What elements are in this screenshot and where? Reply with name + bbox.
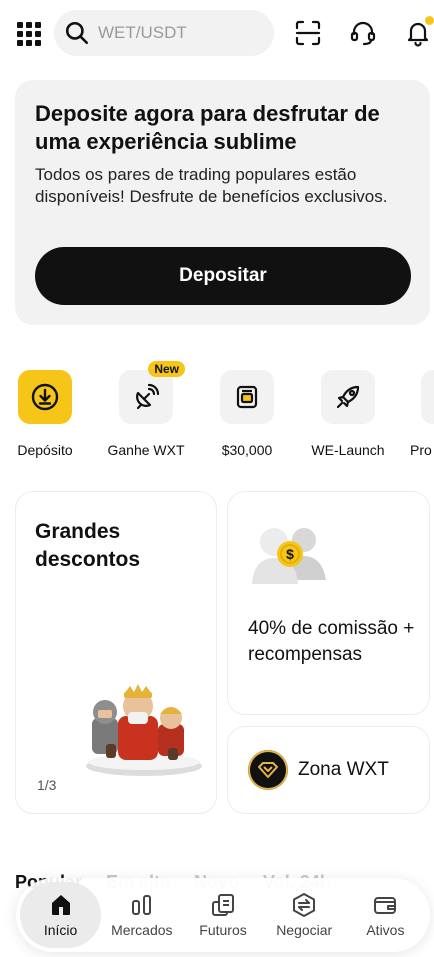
notifications-button[interactable] bbox=[404, 16, 434, 47]
nav-label: Mercados bbox=[111, 922, 173, 938]
promo-card-zona-wxt[interactable]: Zona WXT bbox=[227, 726, 430, 814]
nav-trade[interactable]: Negociar bbox=[264, 882, 345, 948]
quick-actions: Depósito New Ganhe WXT $30,000 WE-Launch… bbox=[0, 361, 434, 465]
promo-card-commission[interactable]: $ 40% de comissão + recompensas bbox=[227, 491, 430, 715]
trade-icon bbox=[293, 893, 316, 917]
deposit-icon bbox=[31, 383, 59, 411]
top-bar: WET/USDT bbox=[0, 10, 434, 56]
apps-menu-icon[interactable] bbox=[17, 22, 41, 46]
nav-futures[interactable]: Futuros bbox=[182, 882, 263, 948]
support-icon[interactable] bbox=[349, 19, 377, 47]
referral-users-icon: $ bbox=[252, 528, 326, 584]
voucher-icon bbox=[236, 385, 258, 409]
wxt-logo-icon bbox=[248, 750, 288, 790]
banner-description: Todos os pares de trading populares estã… bbox=[35, 165, 388, 206]
search-input[interactable]: WET/USDT bbox=[54, 10, 274, 56]
carousel-pager: 1/3 bbox=[37, 777, 57, 793]
satellite-icon bbox=[136, 383, 160, 410]
home-icon bbox=[51, 895, 70, 915]
deposit-button[interactable]: Depositar bbox=[35, 247, 411, 305]
deposit-banner: Deposite agora para desfrutar de uma exp… bbox=[15, 80, 430, 325]
search-placeholder: WET/USDT bbox=[98, 23, 187, 42]
promo-card-discounts[interactable]: Grandes descontos 1/3 bbox=[15, 491, 217, 814]
promo-card-title: Grandes descontos bbox=[35, 520, 141, 571]
bottom-nav: Início Mercados Futuros Negociar Ativos bbox=[16, 878, 430, 952]
wallet-icon bbox=[374, 897, 397, 914]
scan-icon[interactable] bbox=[294, 19, 322, 47]
quick-action-pro[interactable]: Pro bbox=[399, 370, 434, 458]
nav-label: Futuros bbox=[199, 922, 247, 938]
nav-home[interactable]: Início bbox=[20, 882, 102, 948]
characters-illustration bbox=[86, 684, 202, 776]
zona-label: Zona WXT bbox=[298, 759, 389, 780]
nav-label: Ativos bbox=[366, 922, 405, 938]
quick-action-deposit[interactable]: Depósito bbox=[0, 370, 95, 458]
quick-action-label: $30,000 bbox=[221, 442, 273, 458]
nav-assets[interactable]: Ativos bbox=[345, 882, 426, 948]
banner-title: Deposite agora para desfrutar de uma exp… bbox=[35, 101, 380, 154]
new-badge: New bbox=[148, 361, 185, 377]
quick-action-earn-wxt[interactable]: New Ganhe WXT bbox=[96, 361, 196, 458]
rocket-icon bbox=[336, 385, 360, 409]
nav-markets[interactable]: Mercados bbox=[101, 882, 182, 948]
commission-text: 40% de comissão + recompensas bbox=[248, 618, 415, 665]
quick-action-label: Depósito bbox=[17, 442, 73, 458]
nav-label: Negociar bbox=[276, 922, 333, 938]
nav-label: Início bbox=[43, 922, 78, 938]
quick-action-label: Ganhe WXT bbox=[107, 442, 185, 458]
markets-icon bbox=[131, 895, 151, 915]
notification-dot bbox=[425, 16, 434, 25]
quick-action-label: WE-Launch bbox=[311, 442, 385, 458]
quick-action-label: Pro bbox=[410, 442, 432, 458]
search-icon bbox=[65, 21, 89, 45]
quick-action-voucher[interactable]: $30,000 bbox=[197, 370, 297, 458]
futures-icon bbox=[212, 894, 234, 916]
quick-action-we-launch[interactable]: WE-Launch bbox=[298, 370, 398, 458]
svg-text:$: $ bbox=[286, 546, 294, 562]
